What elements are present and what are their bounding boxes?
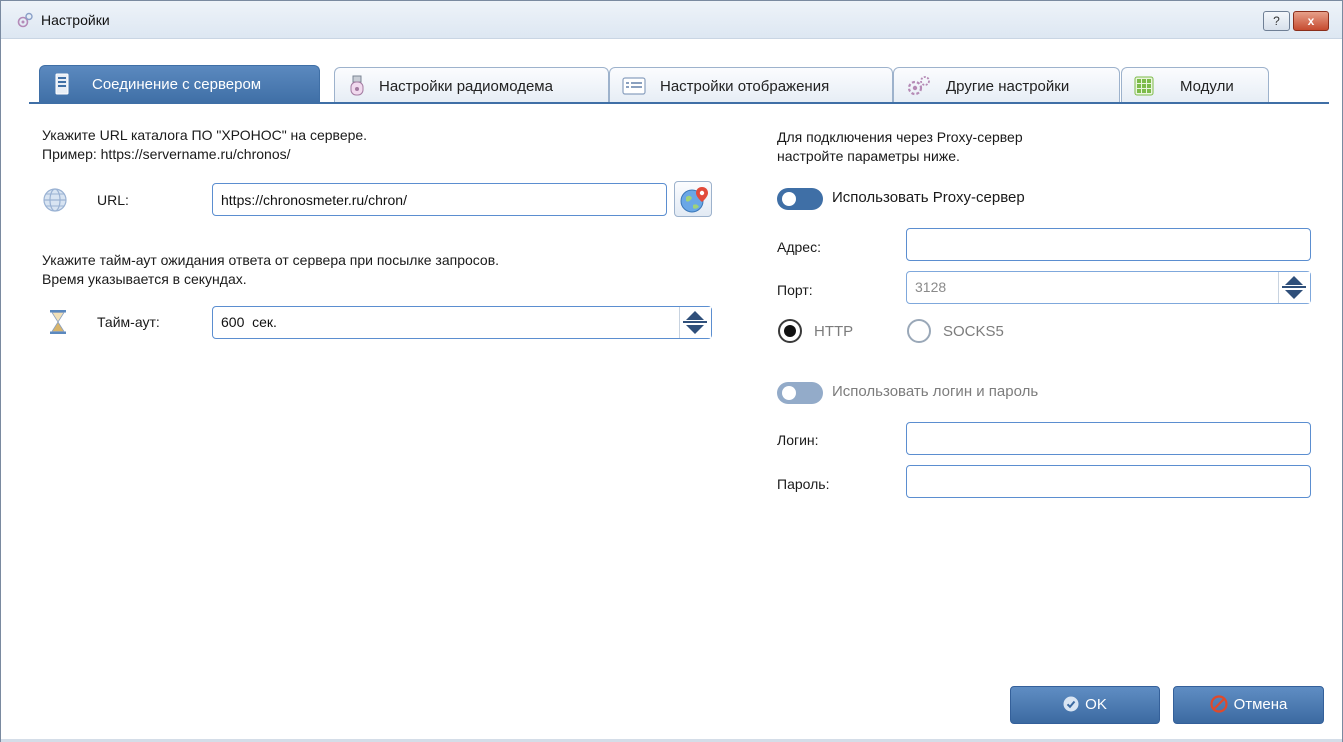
address-input[interactable] bbox=[906, 228, 1311, 261]
spin-up-icon[interactable] bbox=[686, 311, 704, 320]
settings-window: Настройки ? x Соединение с сервером Наст… bbox=[0, 0, 1343, 742]
timeout-label: Тайм-аут: bbox=[97, 314, 160, 330]
ok-label: OK bbox=[1085, 696, 1107, 713]
tab-radio-modem[interactable]: Настройки радиомодема bbox=[334, 67, 609, 103]
password-label: Пароль: bbox=[777, 476, 830, 492]
globe-icon bbox=[43, 188, 67, 212]
close-button[interactable]: x bbox=[1293, 11, 1329, 31]
timeout-hint-line2: Время указывается в секундах. bbox=[42, 271, 247, 287]
http-label: HTTP bbox=[814, 323, 854, 340]
server-icon bbox=[55, 73, 69, 95]
spin-divider bbox=[683, 321, 707, 323]
title-bar: Настройки ? x bbox=[1, 1, 1342, 39]
tab-display-settings[interactable]: Настройки отображения bbox=[609, 67, 893, 103]
port-label: Порт: bbox=[777, 282, 813, 298]
spin-up-icon[interactable] bbox=[1285, 276, 1303, 285]
port-value: 3128 bbox=[915, 279, 947, 295]
url-hint-line2: Пример: https://servername.ru/chronos/ bbox=[42, 146, 291, 162]
use-login-label: Использовать логин и пароль bbox=[832, 383, 1039, 400]
tab-label: Соединение с сервером bbox=[92, 76, 262, 93]
modules-grid-icon bbox=[1134, 76, 1154, 96]
tab-bar: Соединение с сервером Настройки радиомод… bbox=[29, 65, 1329, 103]
cancel-label: Отмена bbox=[1233, 696, 1288, 713]
tab-modules[interactable]: Модули bbox=[1121, 67, 1269, 103]
spin-down-icon[interactable] bbox=[1285, 290, 1303, 299]
use-proxy-toggle[interactable] bbox=[777, 188, 823, 210]
http-radio[interactable] bbox=[778, 319, 802, 343]
url-label: URL: bbox=[97, 192, 129, 208]
address-label: Адрес: bbox=[777, 239, 821, 255]
proxy-hint-line1: Для подключения через Proxy-сервер bbox=[777, 129, 1023, 145]
spin-down-icon[interactable] bbox=[686, 325, 704, 334]
use-login-toggle[interactable] bbox=[777, 382, 823, 404]
tab-label: Настройки отображения bbox=[660, 78, 830, 95]
url-input[interactable] bbox=[212, 183, 667, 216]
tab-divider bbox=[29, 102, 1329, 104]
help-button[interactable]: ? bbox=[1263, 11, 1290, 31]
list-window-icon bbox=[622, 77, 646, 95]
port-spinner[interactable] bbox=[1278, 272, 1310, 303]
ok-button[interactable]: OK bbox=[1010, 686, 1160, 724]
tab-label: Модули bbox=[1180, 78, 1234, 95]
tab-server-connection[interactable]: Соединение с сервером bbox=[39, 65, 320, 103]
timeout-hint-line1: Укажите тайм-аут ожидания ответа от серв… bbox=[42, 252, 500, 268]
timeout-value: 600 сек. bbox=[221, 314, 277, 330]
open-url-button[interactable] bbox=[674, 181, 712, 217]
use-proxy-label: Использовать Proxy-сервер bbox=[832, 189, 1025, 206]
socks5-radio[interactable] bbox=[907, 319, 931, 343]
tab-label: Настройки радиомодема bbox=[379, 78, 553, 95]
socks5-label: SOCKS5 bbox=[943, 323, 1004, 340]
login-label: Логин: bbox=[777, 432, 819, 448]
globe-pin-icon bbox=[680, 187, 708, 213]
cancel-button[interactable]: Отмена bbox=[1173, 686, 1324, 724]
spin-divider bbox=[1282, 286, 1306, 288]
gears-icon bbox=[907, 76, 930, 96]
proxy-hint-line2: настройте параметры ниже. bbox=[777, 148, 960, 164]
url-hint-line1: Укажите URL каталога ПО "ХРОНОС" на серв… bbox=[42, 127, 368, 143]
tab-other-settings[interactable]: Другие настройки bbox=[893, 67, 1120, 103]
password-input[interactable] bbox=[906, 465, 1311, 498]
timeout-spinner[interactable] bbox=[679, 307, 711, 338]
usb-modem-icon bbox=[350, 75, 364, 96]
window-title: Настройки bbox=[41, 12, 110, 28]
check-icon bbox=[1063, 696, 1079, 712]
timeout-input[interactable]: 600 сек. bbox=[212, 306, 712, 339]
hourglass-icon bbox=[50, 310, 66, 334]
port-input[interactable]: 3128 bbox=[906, 271, 1311, 304]
tab-label: Другие настройки bbox=[946, 78, 1070, 95]
settings-gears-icon bbox=[17, 12, 33, 28]
login-input[interactable] bbox=[906, 422, 1311, 455]
cancel-icon bbox=[1209, 695, 1228, 713]
